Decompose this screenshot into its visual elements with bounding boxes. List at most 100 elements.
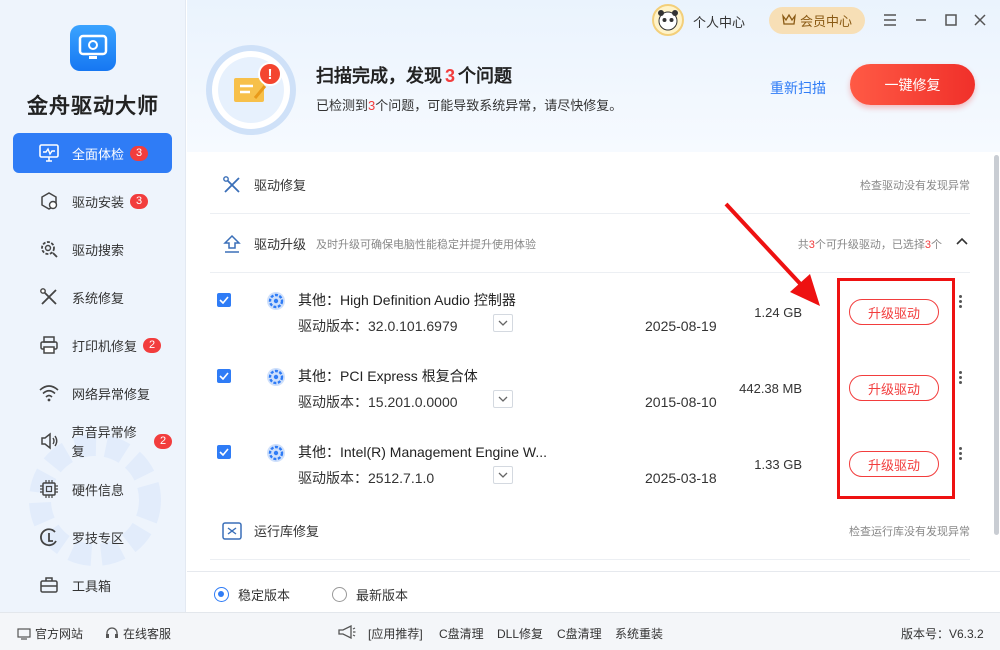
sidebar-item-printer-repair[interactable]: 打印机修复 2 xyxy=(13,325,172,365)
minimize-icon[interactable] xyxy=(911,10,931,30)
driver-date: 2015-08-10 xyxy=(645,394,717,410)
megaphone-icon xyxy=(338,625,356,639)
user-center-link[interactable]: 个人中心 xyxy=(693,12,745,31)
more-options-icon[interactable] xyxy=(957,370,963,386)
chip-icon xyxy=(38,478,60,500)
section-description: 及时升级可确保电脑性能稳定并提升使用体验 xyxy=(316,238,537,251)
radio-label: 最新版本 xyxy=(356,588,409,603)
chevron-up-icon[interactable] xyxy=(956,237,968,245)
sidebar-item-logitech[interactable]: 罗技专区 xyxy=(13,517,172,557)
c-drive-cleanup-link-2[interactable]: C盘清理 xyxy=(557,625,602,642)
runtime-library-icon xyxy=(220,519,244,543)
latest-version-radio[interactable]: 最新版本 xyxy=(332,585,408,604)
avatar[interactable] xyxy=(652,4,684,36)
driver-version: 驱动版本：15.201.0.0000 xyxy=(298,394,458,410)
more-options-icon[interactable] xyxy=(957,294,963,310)
scan-title-suffix: 个问题 xyxy=(458,66,513,86)
driver-size: 1.33 GB xyxy=(754,457,802,472)
system-reinstall-link[interactable]: 系统重装 xyxy=(615,625,663,642)
speaker-icon xyxy=(38,430,60,452)
driver-name: 其他：Intel(R) Management Engine W... xyxy=(298,444,547,460)
device-gear-icon xyxy=(267,444,285,462)
sidebar-nav: 全面体检 3 驱动安装 3 驱动搜索 系统修复 打印机修复 2 网络异常修复 声… xyxy=(13,133,172,613)
wrench-screwdriver-icon xyxy=(38,286,60,308)
title-bar: 个人中心 会员中心 xyxy=(640,0,1000,40)
count-badge: 2 xyxy=(143,337,162,353)
sidebar-item-network-repair[interactable]: 网络异常修复 xyxy=(13,373,172,413)
official-website-label: 官方网站 xyxy=(35,627,84,641)
sidebar-item-label: 工具箱 xyxy=(72,578,112,594)
sidebar-item-full-checkup[interactable]: 全面体检 3 xyxy=(13,133,172,173)
section-status: 检查驱动没有发现异常 xyxy=(860,179,970,192)
more-options-icon[interactable] xyxy=(957,446,963,462)
one-click-fix-button[interactable]: 一键修复 xyxy=(850,64,975,105)
section-title: 驱动修复 xyxy=(254,178,307,193)
version-dropdown[interactable] xyxy=(493,466,513,484)
package-gear-icon xyxy=(38,190,60,212)
status-suffix: 个 xyxy=(931,238,942,251)
toolbox-icon xyxy=(38,574,60,596)
sidebar-item-driver-install[interactable]: 驱动安装 3 xyxy=(13,181,172,221)
logitech-icon xyxy=(38,526,60,548)
vip-center-button[interactable]: 会员中心 xyxy=(769,7,865,34)
online-support-label: 在线客服 xyxy=(123,627,172,641)
device-gear-icon xyxy=(267,368,285,386)
monitor-icon xyxy=(17,627,31,640)
version-dropdown[interactable] xyxy=(493,314,513,332)
section-driver-upgrade[interactable]: 驱动升级 及时升级可确保电脑性能稳定并提升使用体验 共3个可升级驱动，已选择3个 xyxy=(210,215,970,273)
section-runtime-repair: 运行库修复 检查运行库没有发现异常 xyxy=(210,502,970,560)
sidebar: 金舟驱动大师 全面体检 3 驱动安装 3 驱动搜索 系统修复 打印机修复 2 网… xyxy=(0,0,186,612)
official-website-link[interactable]: 官方网站 xyxy=(17,625,83,642)
upgrade-arrow-icon xyxy=(220,232,244,256)
sidebar-item-sound-repair[interactable]: 声音异常修复 2 xyxy=(13,421,172,461)
chevron-down-icon xyxy=(498,472,508,478)
rescan-link[interactable]: 重新扫描 xyxy=(770,78,826,98)
version-selection-bar: 稳定版本 最新版本 xyxy=(187,571,1000,613)
driver-name: 其他：High Definition Audio 控制器 xyxy=(298,292,516,308)
section-driver-repair: 驱动修复 检查驱动没有发现异常 xyxy=(210,156,970,214)
sidebar-item-driver-search[interactable]: 驱动搜索 xyxy=(13,229,172,269)
warning-badge-icon: ! xyxy=(258,62,282,86)
highlight-box xyxy=(837,278,955,499)
stable-version-radio[interactable]: 稳定版本 xyxy=(214,585,290,604)
chevron-down-icon xyxy=(498,320,508,326)
driver-date: 2025-08-19 xyxy=(645,318,717,334)
sidebar-item-label: 系统修复 xyxy=(72,290,125,306)
driver-name: 其他：PCI Express 根复合体 xyxy=(298,368,478,384)
scan-subtitle-suffix: 个问题，可能导致系统异常，请尽快修复。 xyxy=(375,98,623,113)
issue-count: 3 xyxy=(445,66,456,86)
close-icon[interactable] xyxy=(970,10,990,30)
sidebar-item-label: 声音异常修复 xyxy=(71,425,137,459)
radio-label: 稳定版本 xyxy=(238,588,291,603)
driver-checkbox[interactable] xyxy=(217,445,231,459)
sidebar-item-system-repair[interactable]: 系统修复 xyxy=(13,277,172,317)
printer-icon xyxy=(38,334,60,356)
sidebar-item-label: 网络异常修复 xyxy=(72,386,151,402)
maximize-icon[interactable] xyxy=(941,10,961,30)
sidebar-item-hardware-info[interactable]: 硬件信息 xyxy=(13,469,172,509)
dll-repair-link[interactable]: DLL修复 xyxy=(497,625,543,642)
c-drive-cleanup-link[interactable]: C盘清理 xyxy=(439,625,484,642)
radio-dot xyxy=(332,587,347,602)
count-badge: 3 xyxy=(130,145,149,161)
crown-icon xyxy=(782,13,796,28)
sidebar-item-label: 驱动搜索 xyxy=(72,242,125,258)
scan-title-prefix: 扫描完成，发现 xyxy=(316,66,442,86)
app-recommend-link[interactable]: [应用推荐] xyxy=(368,625,423,642)
annotation-arrow-icon xyxy=(724,202,820,306)
section-title: 运行库修复 xyxy=(254,524,320,539)
sidebar-item-label: 全面体检 xyxy=(72,146,125,162)
app-logo-icon xyxy=(70,25,116,71)
menu-icon[interactable] xyxy=(880,10,900,30)
online-support-link[interactable]: 在线客服 xyxy=(105,625,171,642)
headset-icon xyxy=(106,626,118,638)
status-mid: 个可升级驱动，已选择 xyxy=(814,238,925,251)
driver-checkbox[interactable] xyxy=(217,293,231,307)
scrollbar[interactable] xyxy=(994,155,999,535)
version-number: 版本号：V6.3.2 xyxy=(901,627,984,641)
driver-checkbox[interactable] xyxy=(217,369,231,383)
version-dropdown[interactable] xyxy=(493,390,513,408)
count-badge: 2 xyxy=(154,433,172,449)
vip-center-label: 会员中心 xyxy=(799,14,852,29)
sidebar-item-toolbox[interactable]: 工具箱 xyxy=(13,565,172,605)
